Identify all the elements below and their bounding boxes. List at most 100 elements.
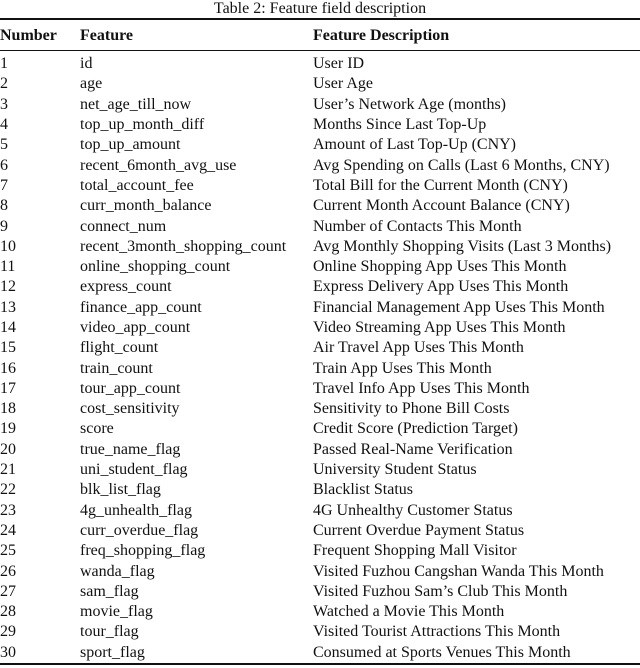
- table-row: 13 finance_app_count Financial Management …: [0, 298, 640, 318]
- cell-feature: curr_overdue_flag: [80, 521, 199, 539]
- table-row: 11 online_shopping_count Online Shopping A…: [0, 257, 640, 277]
- table-header: Number Feature Feature Description: [0, 19, 640, 51]
- cell-number: 10: [0, 237, 16, 255]
- cell-number: 17: [0, 379, 16, 397]
- cell-number: 2: [0, 75, 8, 93]
- table-row: 2 age User Age: [0, 74, 640, 94]
- table-row: 12 express_count Express Delivery App Uses…: [0, 277, 640, 297]
- cell-number: 25: [0, 542, 16, 560]
- table-row: 6 recent_6month_avg_use Avg Spending on Ca…: [0, 155, 640, 175]
- cell-number: 20: [0, 440, 16, 458]
- cell-feature: connect_num: [80, 217, 167, 235]
- cell-feature: sport_flag: [80, 643, 145, 661]
- cell-description: Number of Contacts This Month: [313, 217, 522, 235]
- cell-feature: id: [80, 55, 93, 73]
- cell-description: Visited Fuzhou Sam’s Club This Month: [313, 582, 568, 600]
- table-row: 10 recent_3month_shopping_count Avg Monthl…: [0, 237, 640, 257]
- cell-feature: train_count: [80, 359, 153, 377]
- cell-number: 3: [0, 95, 8, 113]
- table-row: 16 train_count Train App Uses This Month: [0, 358, 640, 378]
- table-row: 25 freq_shopping_flag Frequent Shopping Ma…: [0, 541, 640, 561]
- cell-description: Amount of Last Top-Up (CNY): [313, 136, 517, 154]
- cell-number: 1: [0, 55, 8, 73]
- cell-number: 27: [0, 582, 16, 600]
- cell-number: 29: [0, 623, 16, 641]
- cell-number: 28: [0, 603, 16, 621]
- table-row: 3 net_age_till_now User’s Network Age (mon…: [0, 95, 640, 115]
- table-row: 24 curr_overdue_flag Current Overdue Payme…: [0, 521, 640, 541]
- cell-number: 23: [0, 501, 16, 519]
- table-row: 18 cost_sensitivity Sensitivity to Phone B…: [0, 399, 640, 419]
- cell-feature: 4g_unhealth_flag: [80, 501, 192, 519]
- table-row: 28 movie_flag Watched a Movie This Month: [0, 602, 640, 622]
- cell-feature: recent_3month_shopping_count: [80, 237, 287, 255]
- table-row: 30 sport_flag Consumed at Sports Venues Th…: [0, 643, 640, 664]
- feature-table: Number Feature Feature Description 1 id Us…: [0, 18, 640, 665]
- cell-number: 19: [0, 420, 16, 438]
- cell-number: 5: [0, 136, 8, 154]
- table-row: 14 video_app_count Video Streaming App Use…: [0, 318, 640, 338]
- cell-feature: flight_count: [80, 339, 159, 357]
- cell-number: 18: [0, 400, 16, 418]
- table-row: 8 curr_month_balance Current Month Account…: [0, 196, 640, 216]
- cell-feature: curr_month_balance: [80, 197, 212, 215]
- cell-description: Frequent Shopping Mall Visitor: [313, 542, 517, 560]
- cell-number: 13: [0, 298, 16, 316]
- table-body: 1 id User ID 2 age User Age 3 net_age_till_now U…: [0, 51, 640, 664]
- cell-number: 22: [0, 481, 16, 499]
- cell-description: Watched a Movie This Month: [313, 603, 505, 621]
- table-row: 26 wanda_flag Visited Fuzhou Cangshan Wand…: [0, 561, 640, 581]
- table-row: 23 4g_unhealth_flag 4G Unhealthy Customer …: [0, 501, 640, 521]
- cell-feature: blk_list_flag: [80, 481, 161, 499]
- cell-feature: movie_flag: [80, 603, 153, 621]
- cell-feature: true_name_flag: [80, 440, 181, 458]
- cell-number: 21: [0, 461, 16, 479]
- header-description: Feature Description: [313, 27, 450, 44]
- cell-feature: freq_shopping_flag: [80, 542, 206, 560]
- cell-feature: cost_sensitivity: [80, 400, 180, 418]
- table-row: 5 top_up_amount Amount of Last Top-Up (CNY…: [0, 135, 640, 155]
- cell-description: Avg Spending on Calls (Last 6 Months, CN…: [313, 156, 610, 174]
- cell-feature: tour_app_count: [80, 379, 181, 397]
- cell-description: Months Since Last Top-Up: [313, 116, 487, 134]
- cell-description: Visited Tourist Attractions This Month: [313, 623, 561, 641]
- cell-description: Total Bill for the Current Month (CNY): [313, 176, 568, 194]
- cell-feature: express_count: [80, 278, 172, 296]
- cell-description: Sensitivity to Phone Bill Costs: [313, 400, 510, 418]
- cell-description: User’s Network Age (months): [313, 95, 507, 113]
- cell-feature: uni_student_flag: [80, 461, 188, 479]
- table-row: 15 flight_count Air Travel App Uses This M…: [0, 338, 640, 358]
- cell-feature: video_app_count: [80, 319, 191, 336]
- cell-description: Air Travel App Uses This Month: [313, 339, 524, 357]
- cell-description: Blacklist Status: [313, 481, 413, 499]
- cell-number: 4: [0, 116, 8, 134]
- cell-feature: age: [80, 75, 103, 93]
- cell-number: 6: [0, 156, 8, 174]
- cell-feature: total_account_fee: [80, 176, 194, 194]
- table-row: 17 tour_app_count Travel Info App Uses Thi…: [0, 379, 640, 399]
- table-row: 29 tour_flag Visited Tourist Attractions T…: [0, 622, 640, 642]
- cell-description: Current Overdue Payment Status: [313, 521, 525, 539]
- cell-description: Travel Info App Uses This Month: [313, 379, 530, 397]
- cell-number: 30: [0, 643, 16, 661]
- cell-description: Visited Fuzhou Cangshan Wanda This Month: [313, 562, 604, 580]
- cell-description: Express Delivery App Uses This Month: [313, 278, 569, 296]
- cell-number: 16: [0, 359, 16, 377]
- cell-feature: recent_6month_avg_use: [80, 156, 237, 174]
- cell-feature: wanda_flag: [80, 562, 155, 580]
- cell-description: University Student Status: [313, 461, 477, 479]
- cell-number: 11: [0, 258, 16, 276]
- cell-feature: tour_flag: [80, 623, 139, 641]
- cell-description: Train App Uses This Month: [313, 359, 492, 377]
- table-row: 19 score Credit Score (Prediction Target): [0, 419, 640, 439]
- cell-feature: online_shopping_count: [80, 258, 231, 276]
- cell-number: 7: [0, 176, 8, 194]
- cell-description: Credit Score (Prediction Target): [313, 420, 518, 438]
- cell-feature: net_age_till_now: [80, 95, 192, 113]
- table-row: 4 top_up_month_diff Months Since Last Top-…: [0, 115, 640, 135]
- cell-description: 4G Unhealthy Customer Status: [313, 501, 513, 519]
- cell-description: Video Streaming App Uses This Month: [313, 319, 566, 336]
- table-row: 1 id User ID: [0, 51, 640, 75]
- cell-feature: sam_flag: [80, 582, 139, 600]
- cell-feature: finance_app_count: [80, 298, 202, 316]
